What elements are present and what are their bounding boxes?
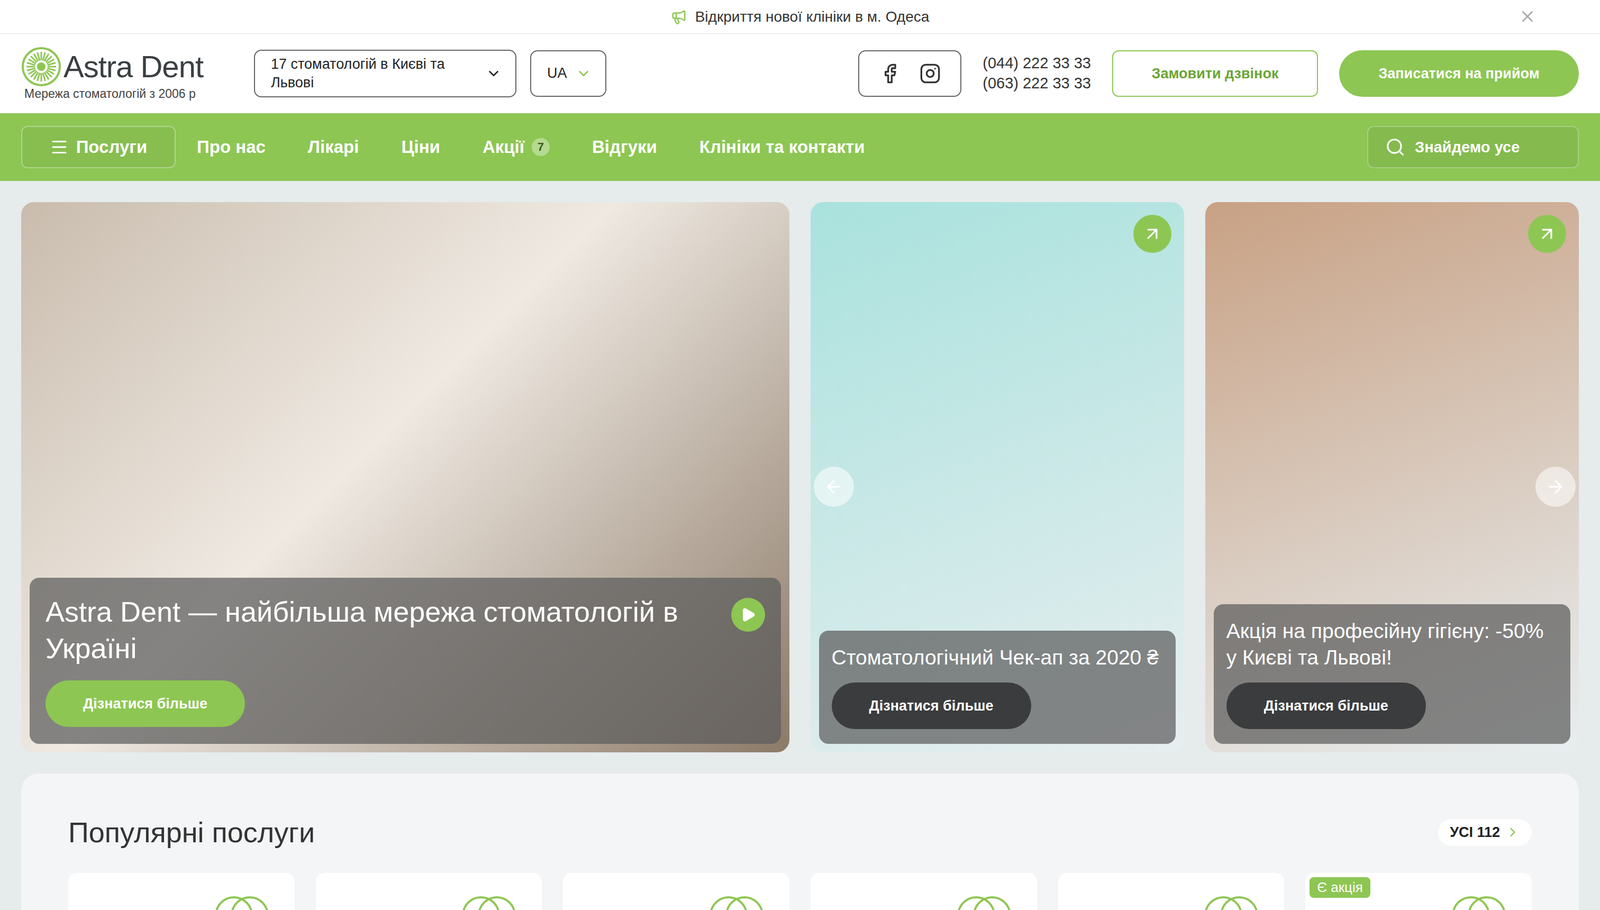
logo[interactable]: Astra Dent Мережа стоматологій з 2006 р <box>21 46 233 102</box>
megaphone-icon <box>670 8 687 25</box>
slide-button[interactable]: Дізнатися більше <box>1226 682 1426 730</box>
close-icon <box>1518 7 1537 26</box>
tooth-icon <box>952 894 1016 910</box>
announcement-text[interactable]: Відкриття нової клініки в м. Одеса <box>695 8 930 26</box>
search-input[interactable] <box>1413 138 1561 157</box>
hero-carousel: Astra Dent — найбільша мережа стоматолог… <box>21 202 1579 753</box>
nav-item[interactable]: Лікарі <box>307 137 360 158</box>
popular-services: Популярні послуги УСІ 112 Є акція <box>21 773 1579 910</box>
service-cards: Є акція <box>68 873 1532 910</box>
open-button[interactable] <box>1528 214 1567 253</box>
nav-badge: 7 <box>531 138 550 157</box>
open-button[interactable] <box>1133 214 1172 253</box>
promo-badge: Є акція <box>1309 877 1371 898</box>
slide-button[interactable]: Дізнатися більше <box>831 682 1032 730</box>
slide-title: Astra Dent — найбільша мережа стоматолог… <box>45 593 719 667</box>
nav-list: Послуги Про нас Лікарі Ціни Акції7 Відгуки Клі… <box>21 125 866 169</box>
search-icon <box>1385 137 1406 158</box>
slide-caption-top: Стоматологічний Чек-ап за 2020 ₴ <box>831 644 1163 671</box>
facebook-icon[interactable] <box>879 62 901 85</box>
slide-caption: Стоматологічний Чек-ап за 2020 ₴ Дізнатис… <box>819 630 1176 744</box>
all-services-link[interactable]: УСІ 112 <box>1438 819 1532 847</box>
service-card[interactable] <box>562 873 790 910</box>
header: Astra Dent Мережа стоматологій з 2006 р 17… <box>0 33 1600 114</box>
popular-title: Популярні послуги <box>68 815 315 849</box>
popular-header: Популярні послуги УСІ 112 <box>68 815 1532 849</box>
header-right: (044) 222 33 33(063) 222 33 33 Замовити д… <box>858 50 1579 97</box>
nav-item[interactable]: Відгуки <box>592 137 658 158</box>
slide[interactable]: Astra Dent — найбільша мережа стоматолог… <box>21 202 790 753</box>
selects: 17 стоматологій в Києві та Львові UA <box>253 49 607 98</box>
services-menu-button[interactable]: Послуги <box>21 125 176 169</box>
arrow-up-right-icon <box>1537 223 1558 244</box>
search-box[interactable] <box>1367 125 1579 169</box>
slide[interactable]: Акція на професійну гігієну: -50% у Києв… <box>1205 202 1579 753</box>
tooth-icon <box>1199 894 1263 910</box>
slide-caption-top: Акція на професійну гігієну: -50% у Києв… <box>1226 617 1558 671</box>
next-button[interactable] <box>1535 466 1576 507</box>
slide-title: Акція на професійну гігієну: -50% у Києв… <box>1226 617 1558 671</box>
slide-button[interactable]: Дізнатися більше <box>45 680 245 727</box>
arrow-left-icon <box>823 476 844 497</box>
service-card[interactable] <box>68 873 295 910</box>
slide-caption-top: Astra Dent — найбільша мережа стоматолог… <box>45 593 766 667</box>
chevron-down-icon <box>575 65 592 82</box>
language-select[interactable]: UA <box>530 50 607 97</box>
book-button[interactable]: Записатися на прийом <box>1339 50 1579 97</box>
logo-tagline: Мережа стоматологій з 2006 р <box>24 86 233 102</box>
service-card[interactable]: Є акція <box>1305 873 1532 910</box>
nav-item[interactable]: Клініки та контакти <box>699 137 866 158</box>
slide-title: Стоматологічний Чек-ап за 2020 ₴ <box>831 644 1159 671</box>
nav-bar: Послуги Про нас Лікарі Ціни Акції7 Відгуки Клі… <box>0 113 1600 181</box>
phones: (044) 222 33 33(063) 222 33 33 <box>982 53 1092 94</box>
slide-caption: Astra Dent — найбільша мережа стоматолог… <box>29 577 781 744</box>
header-left: Astra Dent Мережа стоматологій з 2006 р 17… <box>21 46 607 102</box>
menu-icon <box>49 137 69 157</box>
tooth-icon <box>457 894 521 910</box>
slide-caption: Акція на професійну гігієну: -50% у Києв… <box>1213 604 1571 744</box>
arrow-right-icon <box>1545 476 1566 497</box>
play-icon <box>740 606 757 623</box>
logo-icon <box>21 46 62 87</box>
chevron-down-icon <box>485 65 502 82</box>
phone-number[interactable]: (063) 222 33 33 <box>982 73 1092 94</box>
tooth-icon <box>704 894 769 910</box>
clinic-select[interactable]: 17 стоматологій в Києві та Львові <box>253 49 517 98</box>
phone-number[interactable]: (044) 222 33 33 <box>982 53 1092 74</box>
nav-item[interactable]: Про нас <box>196 137 266 158</box>
arrow-up-right-icon <box>1142 223 1163 244</box>
play-button[interactable] <box>731 597 766 632</box>
service-card[interactable] <box>810 873 1038 910</box>
social-links <box>858 50 962 97</box>
tooth-icon <box>1447 894 1511 910</box>
chevron-right-icon <box>1505 824 1521 840</box>
close-button[interactable] <box>1518 7 1537 26</box>
announcement-bar: Відкриття нової клініки в м. Одеса <box>0 0 1600 34</box>
logo-row: Astra Dent <box>21 46 233 87</box>
prev-button[interactable] <box>813 466 854 507</box>
service-card[interactable] <box>1058 873 1285 910</box>
service-card[interactable] <box>315 873 543 910</box>
page: Відкриття нової клініки в м. Одеса Astra … <box>0 0 1600 910</box>
nav-item[interactable]: Ціни <box>401 137 441 158</box>
instagram-icon[interactable] <box>919 62 941 85</box>
logo-name: Astra Dent <box>63 49 204 84</box>
nav-item[interactable]: Акції7 <box>482 137 550 158</box>
callback-button[interactable]: Замовити дзвінок <box>1112 50 1318 97</box>
tooth-icon <box>210 894 274 910</box>
slide[interactable]: Стоматологічний Чек-ап за 2020 ₴ Дізнатис… <box>810 202 1185 753</box>
